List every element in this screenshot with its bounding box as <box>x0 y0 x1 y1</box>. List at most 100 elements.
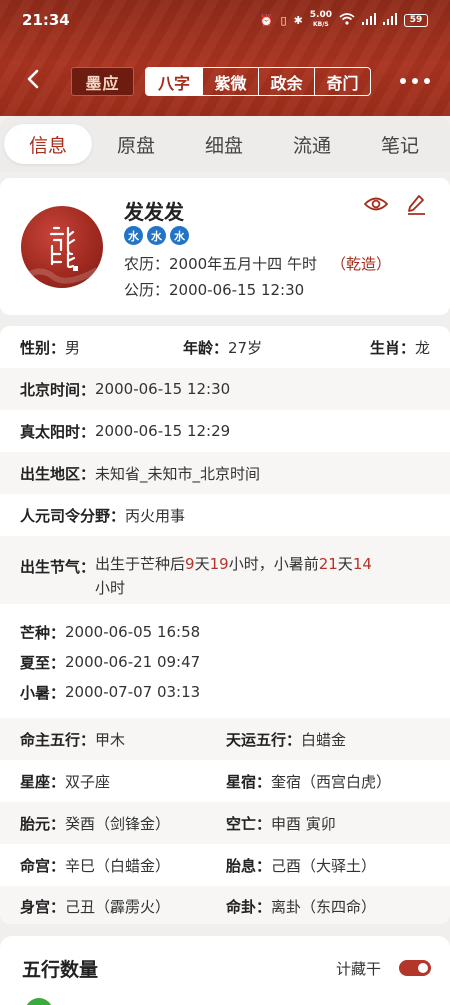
age-label: 年龄： <box>183 338 229 357</box>
avatar <box>21 206 103 288</box>
true-solar-time-row: 真太阳时： 2000-06-15 12:29 <box>0 410 450 452</box>
mode-switcher: 八字 紫微 政余 奇门 <box>145 67 371 96</box>
siling-row: 人元司令分野： 丙火用事 <box>0 494 450 536</box>
bluetooth-icon: ✱ <box>293 13 303 27</box>
top-nav: 墨应 八字 紫微 政余 奇门 <box>0 60 450 100</box>
jieqi-text: 小时，小暑前 <box>228 555 319 573</box>
element-badges: 水 水 水 <box>124 226 189 245</box>
signal-icon-1 <box>362 12 376 28</box>
pair-left-label: 命主五行： <box>20 730 96 749</box>
pair-left-label: 胎元： <box>20 814 66 833</box>
element-badge: 水 <box>124 226 143 245</box>
app-header: 21:34 ⏰ ▯ ✱ 5.00 KB/S 59 墨应 八字 紫微 政余 奇门 <box>0 0 450 116</box>
zodiac-label: 生肖： <box>369 338 415 357</box>
term-label: 小暑： <box>20 683 66 702</box>
birth-region-label: 出生地区： <box>20 464 96 483</box>
brand-logo[interactable]: 墨应 <box>71 67 134 96</box>
solar-date: 公历：2000-06-15 12:30 <box>124 281 305 299</box>
sub-tab-bar: 信息 原盘 细盘 流通 笔记 <box>0 116 450 172</box>
more-dot-icon <box>400 78 406 84</box>
lunar-date: 农历：2000年五月十四 午时 （乾造） <box>124 253 391 274</box>
pair-right-label: 胎息： <box>226 856 272 875</box>
tab-original-chart[interactable]: 原盘 <box>92 124 180 164</box>
term-row: 夏至： 2000-06-21 09:47 <box>0 646 450 678</box>
pair-row: 星座： 双子座 星宿：奎宿（西宫白虎） <box>0 760 450 802</box>
birth-jieqi-value: 出生于芒种后9天19小时，小暑前21天14 小时 <box>95 552 372 600</box>
mode-qimen[interactable]: 奇门 <box>314 68 370 95</box>
age-field: 年龄：27岁 <box>183 337 262 358</box>
status-bar: 21:34 ⏰ ▯ ✱ 5.00 KB/S 59 <box>0 0 450 40</box>
pair-left-value: 辛巳（白蜡金） <box>65 856 171 875</box>
jieqi-text: 小时 <box>95 579 126 597</box>
jieqi-text: 出生于芒种后 <box>95 555 186 573</box>
mode-bazi[interactable]: 八字 <box>146 68 202 95</box>
pair-right-value: 己酉（大驿土） <box>271 856 377 875</box>
battery-icon: 59 <box>404 13 428 27</box>
status-time: 21:34 <box>22 11 70 29</box>
pair-right-label: 星宿： <box>226 772 272 791</box>
pair-left-label: 命宫： <box>20 856 66 875</box>
pair-right: 天运五行：白蜡金 <box>226 729 346 750</box>
lunar-date-text: 农历：2000年五月十四 午时 <box>124 255 317 273</box>
back-button[interactable] <box>18 64 48 94</box>
tab-info[interactable]: 信息 <box>4 124 92 164</box>
eye-icon[interactable] <box>363 195 389 217</box>
element-badge: 水 <box>147 226 166 245</box>
element-badge: 水 <box>170 226 189 245</box>
zodiac-value: 龙 <box>414 338 430 357</box>
wuxing-count-section: 五行数量 计藏干 <box>0 936 450 1005</box>
pair-right-value: 奎宿（西宫白虎） <box>271 772 392 791</box>
term-label: 夏至： <box>20 653 66 672</box>
more-dot-icon <box>424 78 430 84</box>
signal-icon-2 <box>383 12 397 28</box>
hidden-stem-toggle-label: 计藏干 <box>336 960 382 978</box>
mode-zhengyu[interactable]: 政余 <box>258 68 314 95</box>
jieqi-text: 天 <box>194 555 210 573</box>
net-speed-unit: KB/S <box>313 21 329 28</box>
beijing-time-row: 北京时间： 2000-06-15 12:30 <box>0 368 450 410</box>
dragon-seal-icon <box>25 226 99 284</box>
pair-row: 胎元： 癸酉（剑锋金） 空亡：申酉 寅卯 <box>0 802 450 844</box>
net-speed-value: 5.00 <box>309 10 332 20</box>
pair-row: 命宫： 辛巳（白蜡金） 胎息：己酉（大驿土） <box>0 844 450 886</box>
pair-row: 命主五行： 甲木 天运五行：白蜡金 <box>0 718 450 760</box>
profile-card: 发发发 水 水 水 农历：2000年五月十四 午时 （乾造） 公历：2000-06… <box>0 178 450 315</box>
jieqi-hours-after: 19 <box>209 555 229 573</box>
pair-right-value: 申酉 寅卯 <box>271 814 336 833</box>
pair-right-value: 白蜡金 <box>301 730 347 749</box>
basic-row: 性别：男 年龄：27岁 生肖：龙 <box>0 326 450 368</box>
tab-flow[interactable]: 流通 <box>268 124 356 164</box>
tab-notes[interactable]: 笔记 <box>356 124 444 164</box>
more-dot-icon <box>412 78 418 84</box>
term-value: 2000-06-21 09:47 <box>65 653 201 671</box>
profile-name: 发发发 <box>124 200 184 224</box>
pair-left-value: 己丑（霹雳火） <box>65 897 171 916</box>
siling-value: 丙火用事 <box>125 506 186 525</box>
pair-right: 星宿：奎宿（西宫白虎） <box>226 771 391 792</box>
gender-label: 性别： <box>20 338 66 357</box>
mode-ziwei[interactable]: 紫微 <box>202 68 258 95</box>
beijing-time-label: 北京时间： <box>20 380 96 399</box>
alarm-icon: ⏰ <box>259 13 274 27</box>
jieqi-text: 天 <box>337 555 353 573</box>
pair-right-label: 空亡： <box>226 814 272 833</box>
term-label: 芒种： <box>20 623 66 642</box>
hidden-stem-toggle[interactable] <box>399 960 431 976</box>
more-menu-button[interactable] <box>400 70 430 92</box>
pair-left-label: 星座： <box>20 772 66 791</box>
status-icons: ⏰ ▯ ✱ 5.00 KB/S 59 <box>260 11 428 29</box>
jieqi-days-after: 9 <box>185 555 195 573</box>
pair-left-label: 身宫： <box>20 897 66 916</box>
age-value: 27岁 <box>228 338 263 357</box>
beijing-time-value: 2000-06-15 12:30 <box>95 380 231 398</box>
gender-value: 男 <box>65 338 81 357</box>
wuxing-count-title: 五行数量 <box>22 959 99 981</box>
tab-detail-chart[interactable]: 细盘 <box>180 124 268 164</box>
pair-right: 胎息：己酉（大驿土） <box>226 855 376 876</box>
vibrate-icon: ▯ <box>280 13 287 27</box>
term-value: 2000-07-07 03:13 <box>65 683 201 701</box>
birth-jieqi-label: 出生节气： <box>20 558 96 576</box>
zodiac-field: 生肖：龙 <box>370 337 430 358</box>
edit-pen-icon[interactable] <box>405 193 427 219</box>
pair-right-value: 离卦（东四命） <box>271 897 377 916</box>
